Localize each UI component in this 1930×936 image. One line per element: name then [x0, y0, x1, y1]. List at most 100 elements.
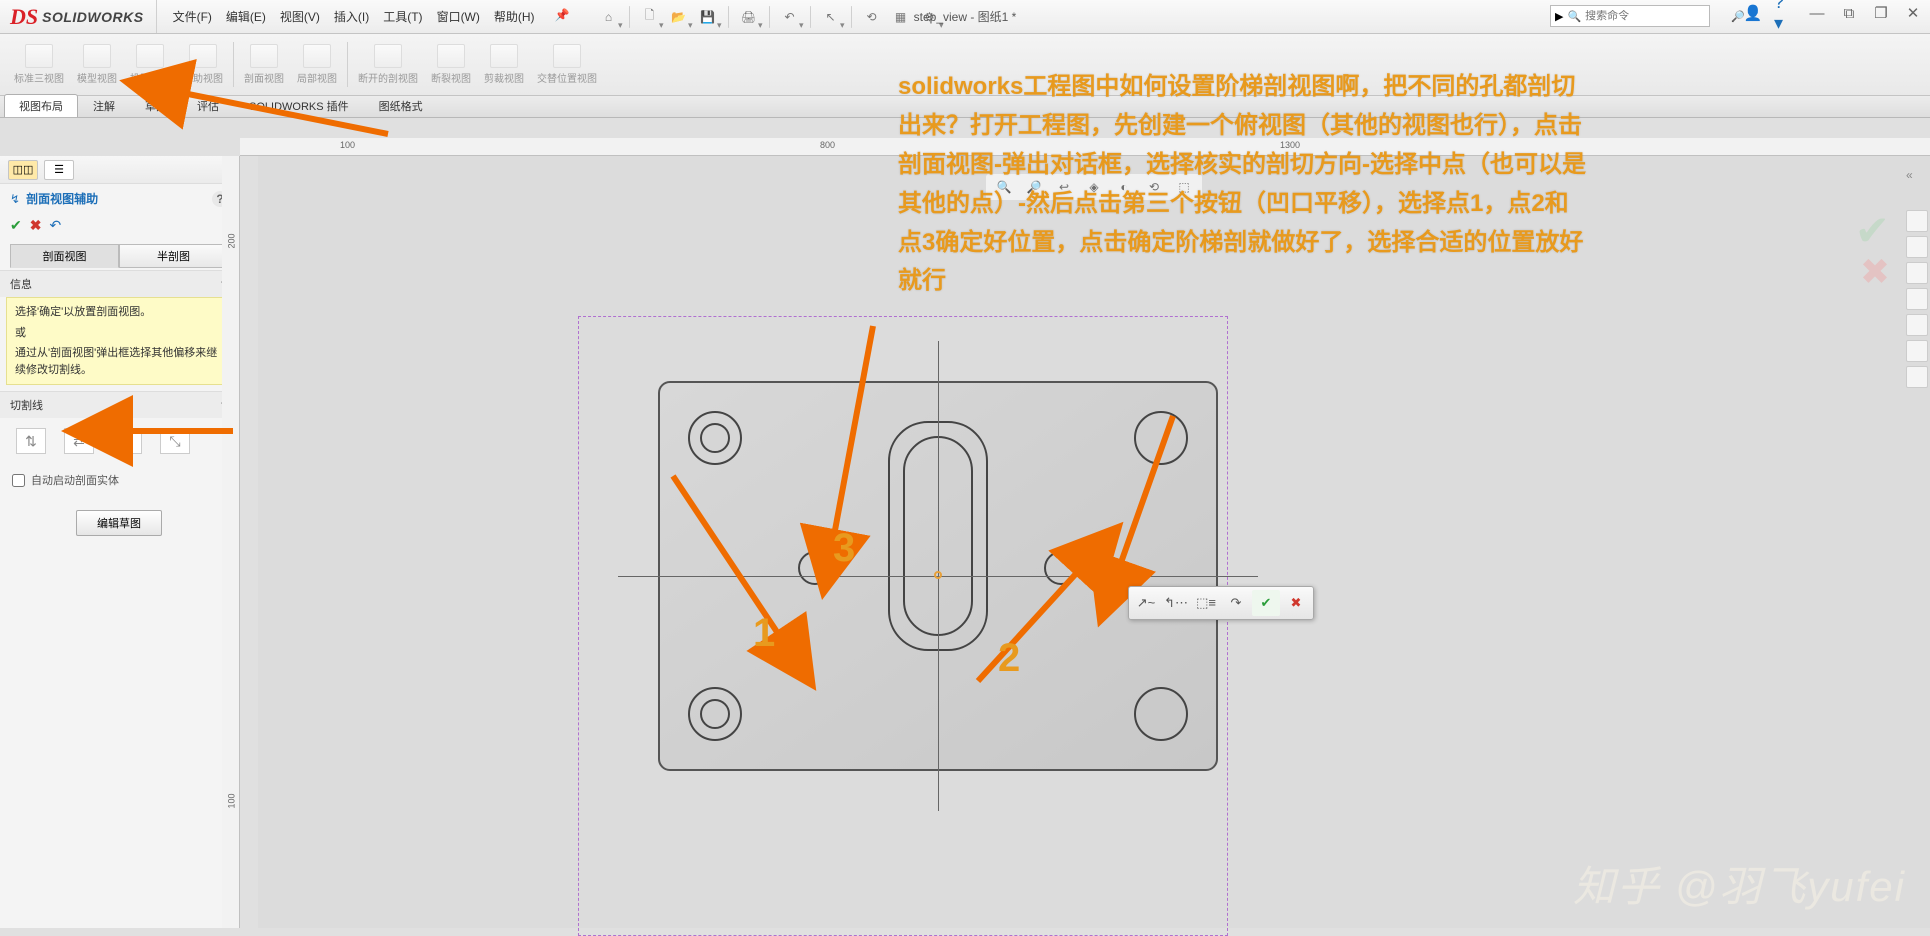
cmd-std-views[interactable]: 标准三视图 [8, 38, 70, 91]
pm-confirm-row: ✔ ✖ ↶ [0, 213, 238, 242]
separator [810, 6, 811, 28]
section-icon: ↯ [10, 192, 20, 206]
close-button[interactable]: ✕ [1902, 2, 1924, 24]
pin-icon[interactable]: 📌 [549, 4, 576, 29]
search-box[interactable]: ▶ 🔍 🔎 [1550, 5, 1710, 27]
pm-subtabs: 剖面视图 半剖图 [10, 244, 228, 268]
minimize-button[interactable]: — [1806, 2, 1828, 24]
pm-title: 剖面视图辅助 [26, 190, 98, 207]
annotation-num-1: 1 [753, 611, 775, 656]
confirm-corner-cancel-icon[interactable]: ✖ [1860, 251, 1890, 293]
open-icon[interactable]: 📂 [666, 4, 692, 30]
titlebar: DS SOLIDWORKS 文件(F) 编辑(E) 视图(V) 插入(I) 工具… [0, 0, 1930, 34]
taskpane-library-icon[interactable] [1906, 236, 1928, 258]
cmd-altpos-view[interactable]: 交替位置视图 [531, 38, 603, 91]
app-name: SOLIDWORKS [42, 9, 143, 25]
confirm-corner-ok-icon[interactable]: ✔ [1855, 206, 1890, 255]
ruler-mark: 800 [820, 140, 835, 150]
select-icon[interactable]: ↖ [818, 4, 844, 30]
search-icon: 🔍 [1567, 10, 1581, 23]
taskpane-explorer-icon[interactable] [1906, 262, 1928, 284]
separator [233, 42, 234, 87]
taskpane-custom-icon[interactable] [1906, 340, 1928, 362]
info-line: 选择'确定'以放置剖面视图。 [15, 304, 223, 321]
info-line: 通过从'剖面视图'弹出框选择其他偏移来继续修改切割线。 [15, 345, 223, 378]
section-header-cutline[interactable]: 切割线⌃ [0, 392, 238, 418]
tab-annotation[interactable]: 注解 [78, 94, 130, 117]
home-icon[interactable]: ⌂ [596, 4, 622, 30]
new-icon[interactable]: 🗋 [637, 4, 663, 30]
subtab-half[interactable]: 半剖图 [119, 244, 228, 268]
cmd-break-view[interactable]: 断裂视图 [425, 38, 477, 91]
annotation-arrow [1103, 411, 1193, 584]
help-icon[interactable]: ? ▾ [1774, 2, 1796, 24]
menu-insert[interactable]: 插入(I) [328, 4, 375, 29]
ctx-arc-offset-icon[interactable]: ↗︎~ [1132, 590, 1160, 616]
menu-tools[interactable]: 工具(T) [377, 4, 428, 29]
ctx-undo-icon[interactable]: ↷ [1222, 590, 1250, 616]
taskpane-resources-icon[interactable] [1906, 210, 1928, 232]
options-icon[interactable]: ▦ [888, 4, 914, 30]
hole [798, 551, 832, 585]
ctx-notch-offset-icon[interactable]: ⬚≡ [1192, 590, 1220, 616]
hole [1134, 687, 1188, 741]
auto-start-checkbox[interactable] [12, 474, 25, 487]
cancel-icon[interactable]: ✖ [30, 217, 42, 234]
undo-icon[interactable]: ↶ [49, 217, 61, 234]
menu-view[interactable]: 视图(V) [274, 4, 326, 29]
menu-window[interactable]: 窗口(W) [431, 4, 486, 29]
cmd-crop-view[interactable]: 剪裁视图 [478, 38, 530, 91]
annotation-arrow [968, 556, 1098, 689]
menu-edit[interactable]: 编辑(E) [220, 4, 272, 29]
annotation-num-2: 2 [998, 636, 1020, 681]
restore-button[interactable]: ⧉ [1838, 2, 1860, 24]
rebuild-icon[interactable]: ⟲ [859, 4, 885, 30]
taskpane-forum-icon[interactable] [1906, 366, 1928, 388]
pm-tab-config-icon[interactable]: ☰ [44, 160, 74, 180]
section-header-info[interactable]: 信息⌃ [0, 271, 238, 297]
taskpane-appearance-icon[interactable] [1906, 314, 1928, 336]
inner-restore-button[interactable]: ❐ [1870, 2, 1892, 24]
search-input[interactable] [1581, 10, 1731, 22]
separator [728, 6, 729, 28]
window-controls: 👤 ? ▾ — ⧉ ❐ ✕ [1742, 2, 1924, 24]
annotation-arrow [818, 321, 898, 554]
info-box: 选择'确定'以放置剖面视图。 或 通过从'剖面视图'弹出框选择其他偏移来继续修改… [6, 297, 232, 385]
annotation-arrow [168, 84, 388, 147]
ruler-mark: 200 [227, 233, 237, 248]
play-icon: ▶ [1555, 10, 1563, 23]
save-icon[interactable]: 💾 [695, 4, 721, 30]
quick-toolbar: ⌂ 🗋 📂 💾 🖨 ↶ ↖ ⟲ ▦ ⚙ [596, 4, 943, 30]
drawing-canvas[interactable]: 🔍 🔎 ↩ ◈ ◐ ⟲ ⬚ « ✔ ✖ [258, 156, 1930, 928]
separator [769, 6, 770, 28]
pm-tab-feature-icon[interactable]: ◫◫ [8, 160, 38, 180]
ctx-single-offset-icon[interactable]: ↰⋯ [1162, 590, 1190, 616]
edit-sketch-button[interactable]: 编辑草图 [76, 510, 162, 536]
cutline-horizontal-icon[interactable]: ⇄ [64, 428, 94, 454]
annotation-arrow [113, 416, 233, 449]
separator [347, 42, 348, 87]
tab-view-layout[interactable]: 视图布局 [4, 94, 78, 117]
watermark: 知乎 @羽飞yufei [1573, 853, 1906, 914]
cutline-vertical-icon[interactable]: ⇅ [16, 428, 46, 454]
pm-header: ↯ 剖面视图辅助 ? [0, 184, 238, 213]
separator [629, 6, 630, 28]
undo-icon[interactable]: ↶ [777, 4, 803, 30]
ctx-ok-icon[interactable]: ✔ [1252, 590, 1280, 616]
print-icon[interactable]: 🖨 [736, 4, 762, 30]
ctx-cancel-icon[interactable]: ✖ [1282, 590, 1310, 616]
cmd-model-view[interactable]: 模型视图 [71, 38, 123, 91]
task-pane [1902, 206, 1930, 392]
subtab-section[interactable]: 剖面视图 [10, 244, 119, 268]
ok-icon[interactable]: ✔ [10, 217, 22, 234]
auto-start-check[interactable]: 自动启动剖面实体 [0, 464, 238, 496]
menu-help[interactable]: 帮助(H) [488, 4, 541, 29]
user-icon[interactable]: 👤 [1742, 2, 1764, 24]
hole [700, 423, 730, 453]
taskpane-palette-icon[interactable] [1906, 288, 1928, 310]
info-line: 或 [15, 325, 223, 342]
logo-icon: DS [10, 4, 38, 30]
expand-icon[interactable]: « [1906, 168, 1922, 184]
menu-file[interactable]: 文件(F) [167, 4, 218, 29]
main-menu: 文件(F) 编辑(E) 视图(V) 插入(I) 工具(T) 窗口(W) 帮助(H… [167, 4, 576, 29]
